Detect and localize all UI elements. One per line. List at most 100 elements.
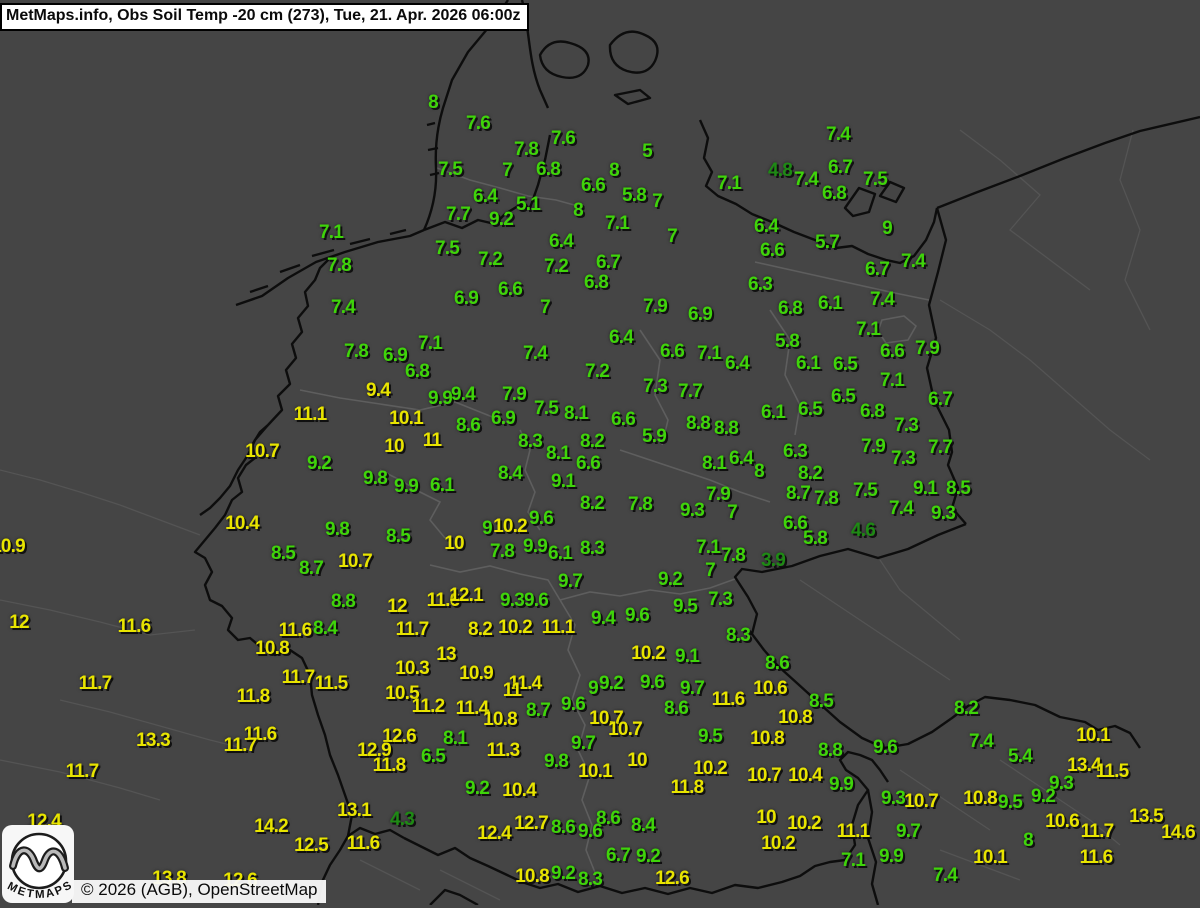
- station-temp-label: 7.7: [678, 381, 702, 403]
- station-temp-label: 6.4: [725, 353, 749, 375]
- map-canvas[interactable]: 87.67.87.657.576.886.65.877.14.87.46.77.…: [0, 0, 1200, 905]
- station-temp-label: 9.6: [578, 821, 602, 843]
- station-temp-label: 8: [573, 200, 583, 222]
- station-temp-label: 8: [754, 461, 764, 483]
- station-temp-label: 8.1: [546, 443, 570, 465]
- station-temp-label: 6.1: [761, 402, 785, 424]
- station-temp-label: 7.5: [438, 159, 462, 181]
- station-temp-label: 7.2: [585, 361, 609, 383]
- station-temp-label: 8.3: [726, 625, 750, 647]
- station-temp-label: 7.5: [534, 398, 558, 420]
- station-temp-label: 9.6: [524, 590, 548, 612]
- station-temp-label: 7.1: [880, 370, 904, 392]
- station-temp-label: 13.3: [136, 730, 170, 752]
- station-temp-label: 7.9: [861, 436, 885, 458]
- station-temp-label: 9.7: [571, 733, 595, 755]
- station-temp-label: 9.9: [428, 388, 452, 410]
- station-temp-label: 8: [1023, 830, 1033, 852]
- station-temp-label: 9.7: [896, 821, 920, 843]
- station-temp-label: 8.1: [702, 453, 726, 475]
- station-temp-label: 6.7: [928, 389, 952, 411]
- station-temp-label: 7: [540, 297, 550, 319]
- station-temp-label: 7.9: [915, 338, 939, 360]
- station-temp-label: 11.8: [373, 755, 406, 777]
- station-temp-label: 7.4: [969, 731, 993, 753]
- station-temp-label: 6.9: [491, 408, 515, 430]
- station-temp-label: 12.5: [294, 835, 328, 857]
- station-temp-label: 9: [588, 678, 598, 700]
- station-temp-label: 10.2: [631, 643, 665, 665]
- station-temp-label: 7: [705, 560, 715, 582]
- station-temp-label: 6.4: [549, 231, 573, 253]
- station-temp-label: 5.1: [516, 194, 540, 216]
- station-temp-label: 4.3: [390, 809, 414, 831]
- station-temp-label: 10.9: [0, 536, 25, 558]
- station-temp-label: 10.1: [389, 408, 423, 430]
- station-temp-label: 7.8: [344, 341, 368, 363]
- station-temp-label: 7.2: [544, 256, 568, 278]
- station-temp-label: 10.1: [973, 847, 1007, 869]
- station-temp-label: 10.8: [750, 728, 784, 750]
- station-temp-label: 9.1: [675, 646, 699, 668]
- station-temp-label: 7.1: [717, 173, 741, 195]
- station-temp-label: 7.5: [853, 480, 877, 502]
- station-temp-label: 9.2: [551, 863, 575, 885]
- station-temp-label: 9.7: [680, 678, 704, 700]
- station-temp-label: 6.5: [798, 399, 822, 421]
- station-temp-label: 11.8: [237, 686, 270, 708]
- station-temp-label: 8.8: [331, 591, 355, 613]
- station-temp-label: 11.7: [224, 735, 257, 757]
- station-temp-label: 6.1: [796, 353, 820, 375]
- station-temp-label: 10.6: [1045, 811, 1079, 833]
- station-temp-label: 6.4: [729, 448, 753, 470]
- station-temp-label: 9.1: [551, 471, 575, 493]
- station-temp-label: 8.7: [786, 483, 810, 505]
- station-temp-label: 12: [387, 596, 407, 618]
- station-temp-label: 11.7: [396, 619, 429, 641]
- station-temp-label: 6.3: [783, 441, 807, 463]
- station-temp-label: 9.6: [561, 694, 585, 716]
- station-temp-label: 11.5: [315, 673, 348, 695]
- station-temp-label: 10.7: [338, 551, 372, 573]
- station-temp-label: 8.4: [498, 463, 522, 485]
- station-temp-label: 6.7: [828, 157, 852, 179]
- station-temp-label: 6.5: [833, 354, 857, 376]
- station-temp-label: 6.6: [498, 279, 522, 301]
- station-temp-label: 12.7: [514, 813, 548, 835]
- station-temp-label: 6.1: [430, 475, 454, 497]
- station-temp-label: 6.4: [754, 216, 778, 238]
- title-bar: MetMaps.info, Obs Soil Temp -20 cm (273)…: [0, 3, 529, 31]
- station-temp-label: 7.4: [933, 865, 957, 887]
- station-temp-label: 4.8: [768, 160, 792, 182]
- station-temp-label: 8.8: [818, 740, 842, 762]
- station-temp-label: 10: [384, 436, 404, 458]
- station-temp-label: 10.9: [459, 663, 493, 685]
- station-temp-label: 11.7: [282, 667, 315, 689]
- station-temp-label: 10.8: [778, 707, 812, 729]
- station-temp-label: 5.8: [622, 185, 646, 207]
- station-temp-label: 9.5: [998, 792, 1022, 814]
- station-temp-label: 11.5: [1096, 761, 1129, 783]
- station-temp-label: 9.2: [307, 453, 331, 475]
- station-temp-label: 11.7: [66, 761, 99, 783]
- station-temp-label: 13.1: [337, 800, 371, 822]
- station-temp-label: 8.4: [631, 815, 655, 837]
- station-temp-label: 9: [482, 518, 492, 540]
- station-temp-label: 10: [756, 807, 776, 829]
- station-temp-label: 12.4: [477, 823, 511, 845]
- station-temp-label: 5.7: [815, 232, 839, 254]
- station-temp-label: 6.1: [548, 543, 572, 565]
- station-temp-label: 7: [727, 502, 737, 524]
- station-temp-label: 11.8: [671, 777, 704, 799]
- attribution-bar: © 2026 (AGB), OpenStreetMap: [72, 880, 326, 903]
- station-temp-label: 7.1: [319, 222, 343, 244]
- station-temp-label: 7.9: [643, 296, 667, 318]
- station-temp-label: 7.4: [870, 289, 894, 311]
- station-temp-label: 9.3: [680, 500, 704, 522]
- station-temp-label: 9.3: [931, 503, 955, 525]
- station-temp-label: 6.6: [611, 409, 635, 431]
- station-temp-label: 11.1: [542, 617, 575, 639]
- station-temp-label: 13.5: [1129, 806, 1163, 828]
- region-borders: [0, 130, 1150, 900]
- station-temp-label: 9.9: [829, 774, 853, 796]
